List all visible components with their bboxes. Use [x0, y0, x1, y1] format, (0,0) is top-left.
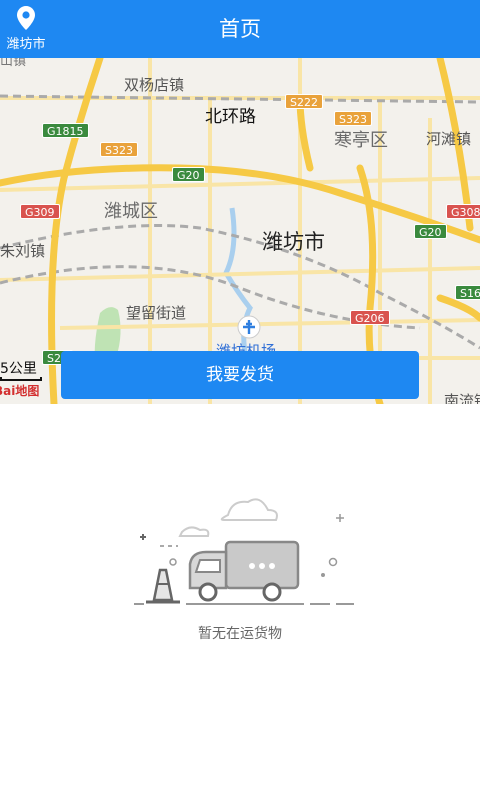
map-label-hanting: 寒亭区 [334, 130, 388, 151]
page-title: 首页 [219, 17, 261, 41]
map-label-hetan: 河滩镇 [426, 130, 472, 148]
ship-goods-button[interactable]: 我要发货 [61, 351, 419, 399]
road-shield: S323 [100, 142, 138, 157]
map-label-weifang: 潍坊市 [262, 230, 325, 254]
road-shield: S222 [285, 94, 323, 109]
map-label-shandian: 山镇 [0, 58, 27, 69]
road-shield: G20 [414, 224, 447, 239]
map-provider-logo: Bai地图 [0, 384, 40, 398]
map-label-wangliu: 望留街道 [126, 304, 187, 322]
road-shield: S16 [455, 285, 480, 300]
app-header: 潍坊市 首页 [0, 0, 480, 58]
airplane-icon [237, 315, 261, 339]
road-shield: G1815 [42, 123, 89, 138]
map-label-beihuan: 北环路 [205, 107, 256, 127]
map-label-zhuliu: 朱刘镇 [0, 242, 46, 260]
road-shield: G308 [446, 204, 480, 219]
road-shield: G20 [172, 167, 205, 182]
empty-state-text: 暂无在运货物 [198, 626, 282, 642]
map-scale-bar [0, 377, 42, 381]
map-label-nanliu: 南流镇 [444, 392, 480, 404]
road-shield: G206 [350, 310, 390, 325]
road-shield: S323 [334, 111, 372, 126]
map-scale-label: 5公里 [0, 361, 37, 377]
road-shield: G309 [20, 204, 60, 219]
map-label-shuangyang: 双杨店镇 [124, 76, 185, 94]
delivery-truck-illustration [134, 498, 354, 605]
map-label-weicheng: 潍城区 [104, 201, 158, 222]
